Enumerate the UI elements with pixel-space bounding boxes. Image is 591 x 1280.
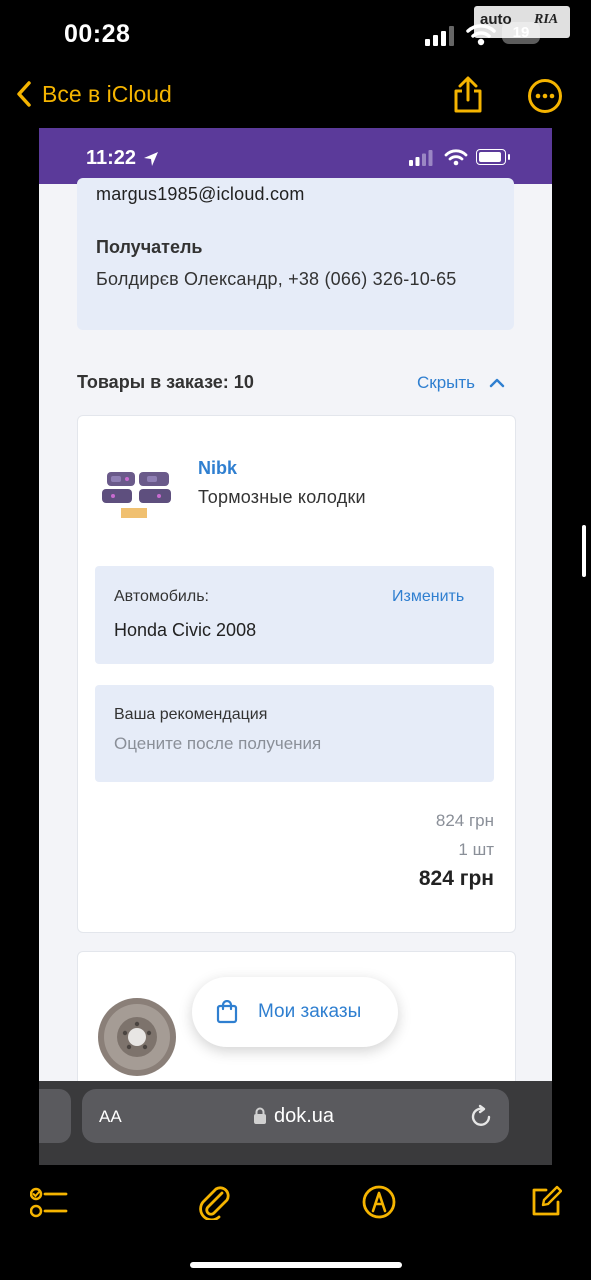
lock-icon	[254, 1107, 266, 1124]
inner-signal-icon	[409, 150, 433, 166]
product-brand-link[interactable]: Nibk	[198, 458, 237, 479]
status-time: 00:28	[64, 20, 131, 48]
inner-battery-cap	[508, 154, 510, 160]
hide-items-label: Скрыть	[417, 373, 476, 392]
inner-battery-icon	[476, 149, 506, 165]
customer-email: margus1985@icloud.com	[96, 184, 305, 204]
reader-settings-button[interactable]: AA	[99, 1107, 122, 1127]
scroll-indicator[interactable]	[582, 525, 586, 577]
recommendation-hint: Оцените после получения	[114, 734, 322, 753]
markup-pen-icon[interactable]	[362, 1184, 396, 1220]
hide-items-link[interactable]: Скрыть	[417, 373, 505, 393]
inner-time-text: 11:22	[86, 147, 137, 169]
inner-wifi-icon	[444, 149, 468, 166]
recipient-label: Получатель	[96, 237, 203, 257]
item-total: 824 грн	[418, 867, 494, 890]
previous-tab-preview[interactable]	[39, 1089, 71, 1143]
inner-status-time: 11:22	[86, 147, 160, 170]
watermark-auto: auto	[480, 11, 512, 28]
unit-price: 824 грн	[435, 811, 494, 830]
chevron-up-icon	[489, 378, 505, 388]
my-orders-label: Мои заказы	[258, 1001, 362, 1022]
watermark-logo: auto RIA	[474, 6, 570, 38]
brake-pads-image[interactable]	[99, 468, 175, 524]
url-domain: dok.ua	[274, 1105, 335, 1127]
vehicle-label: Автомобиль:	[114, 588, 209, 605]
aa-label: AA	[99, 1107, 122, 1126]
cellular-signal-icon	[425, 26, 454, 46]
reload-icon[interactable]	[471, 1104, 493, 1128]
quantity: 1 шт	[458, 840, 494, 859]
share-icon[interactable]	[452, 76, 484, 114]
home-indicator[interactable]	[190, 1262, 402, 1268]
brake-disc-image[interactable]	[96, 996, 178, 1078]
back-button[interactable]: Все в iCloud	[16, 80, 172, 108]
paperclip-icon[interactable]	[198, 1184, 232, 1220]
back-label: Все в iCloud	[42, 80, 172, 107]
recommendation-title: Ваша рекомендация	[114, 706, 268, 723]
recipient-value: Болдирєв Олександр, +38 (066) 326-10-65	[96, 269, 457, 289]
shopping-bag-icon	[216, 1000, 238, 1024]
compose-icon[interactable]	[530, 1184, 562, 1218]
attached-screenshot: 11:22 margus1985@icloud.com Получатель Б…	[39, 128, 552, 1165]
checklist-icon[interactable]	[30, 1186, 68, 1220]
order-items-title: Товары в заказе: 10	[77, 372, 254, 392]
location-arrow-icon	[144, 151, 159, 166]
vehicle-value: Honda Civic 2008	[114, 620, 257, 640]
chevron-left-icon	[17, 81, 31, 107]
product-name[interactable]: Тормозные колодки	[198, 487, 366, 508]
watermark-ria: RIA	[534, 12, 559, 27]
vehicle-box	[95, 566, 494, 664]
more-options-icon[interactable]	[527, 78, 563, 114]
change-vehicle-link[interactable]: Изменить	[392, 588, 464, 606]
my-orders-button[interactable]: Мои заказы	[192, 977, 398, 1047]
